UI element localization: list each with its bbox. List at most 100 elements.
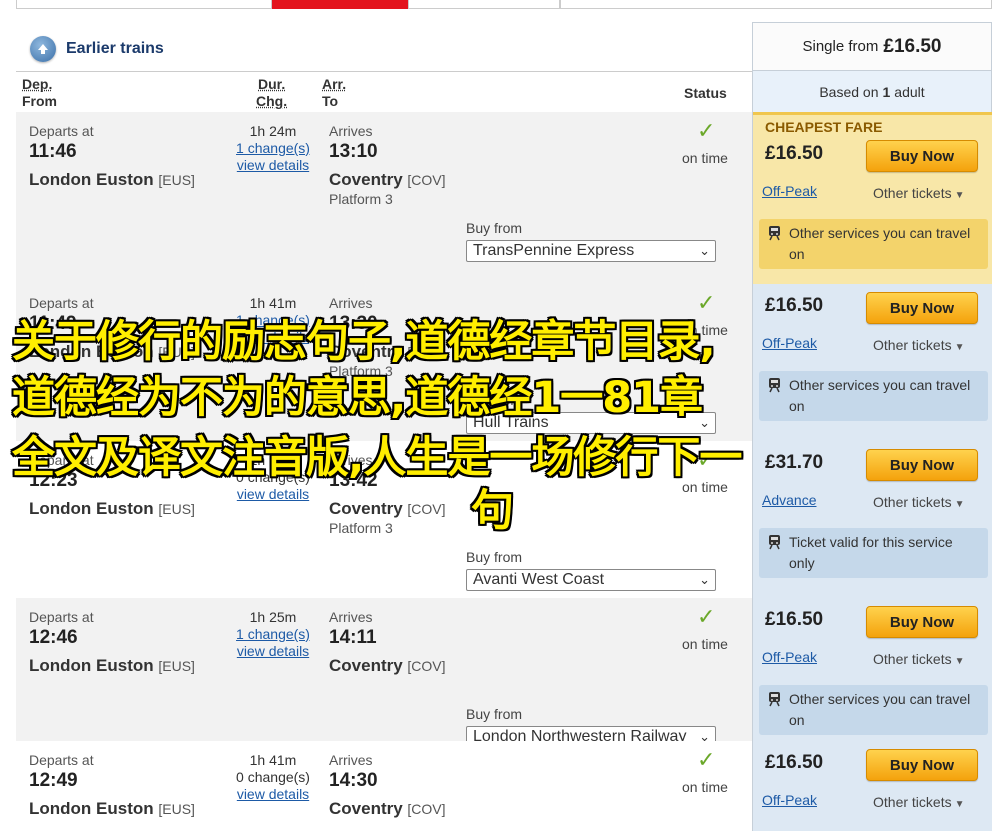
view-details-link[interactable]: view details: [228, 329, 318, 345]
fare-price: £31.70: [765, 452, 824, 473]
departs-at-label: Departs at: [29, 123, 94, 139]
departs-at-label: Departs at: [29, 295, 94, 311]
fare-info-box: Other services you can travel on: [759, 685, 988, 735]
fare-panel: £31.70 Buy Now Advance Other tickets ▼ Ticket…: [752, 441, 992, 598]
on-time-status: on time: [682, 322, 728, 338]
buy-now-button[interactable]: Buy Now: [866, 140, 978, 172]
buy-now-button[interactable]: Buy Now: [866, 292, 978, 324]
changes-link[interactable]: 1 change(s): [228, 140, 318, 156]
fare-type-link[interactable]: Off-Peak: [762, 183, 817, 199]
chevron-down-icon: ⌄: [699, 572, 710, 587]
duration: 1h 24m: [249, 123, 297, 139]
top-tab-4[interactable]: [560, 0, 992, 9]
origin-station: London Euston [EUS]: [29, 799, 195, 818]
arrives-label: Arrives: [329, 752, 373, 768]
top-tab-active[interactable]: [272, 0, 408, 9]
changes-link[interactable]: 1 change(s): [228, 626, 318, 642]
journey-row[interactable]: Departs at 12:23 London Euston [EUS] 1h 19m…: [16, 441, 992, 598]
journey-row[interactable]: Departs at 12:46 London Euston [EUS] 1h 25m…: [16, 598, 992, 748]
check-icon: ✓: [697, 604, 716, 629]
journey-row[interactable]: Departs at 12:49 London Euston [EUS] 1h 41m…: [16, 741, 992, 831]
train-icon: [767, 691, 782, 707]
check-icon: ✓: [697, 118, 716, 143]
col-dur[interactable]: Dur.: [258, 76, 285, 92]
fare-type-link[interactable]: Advance: [762, 492, 816, 508]
top-tab-3[interactable]: [408, 0, 560, 9]
changes-count: 0 change(s): [236, 769, 310, 785]
destination-station: Coventry [COV]: [329, 170, 446, 189]
single-from-price: Single from £16.50: [753, 23, 991, 71]
fare-info-box: Ticket valid for this service only: [759, 528, 988, 578]
chevron-down-icon: ▼: [954, 190, 965, 201]
earlier-trains-label: Earlier trains: [66, 40, 164, 57]
on-time-status: on time: [682, 150, 728, 166]
fare-type-link[interactable]: Off-Peak: [762, 335, 817, 351]
chevron-down-icon: ⌄: [699, 243, 710, 258]
view-details-link[interactable]: view details: [228, 643, 318, 659]
journey-row[interactable]: Departs at 11:46 London Euston [EUS] 1h 24m…: [16, 112, 992, 284]
cheapest-fare-label: CHEAPEST FARE: [765, 119, 883, 135]
platform: Platform 3: [329, 363, 393, 379]
journey-row[interactable]: Departs at 11:49 London Euston [EUS] 1h 41m…: [16, 284, 992, 441]
fare-panel: CHEAPEST FARE £16.50 Buy Now Off-Peak Other …: [752, 112, 992, 284]
changes-count: 0 change(s): [236, 469, 310, 485]
view-details-link[interactable]: view details: [228, 786, 318, 802]
check-icon: ✓: [697, 290, 716, 315]
fare-price: £16.50: [765, 752, 824, 773]
fare-panel: £16.50 Buy Now Off-Peak Other tickets ▼: [752, 741, 992, 831]
fare-summary-header: Single from £16.50 Based on 1 adult: [752, 22, 992, 112]
fare-type-link[interactable]: Off-Peak: [762, 649, 817, 665]
destination-station: Coventry [COV]: [329, 799, 446, 818]
earlier-trains-button[interactable]: Earlier trains: [16, 28, 752, 70]
chevron-down-icon: ▼: [954, 799, 965, 810]
chevron-down-icon: ▼: [954, 342, 965, 353]
duration: 1h 25m: [249, 609, 297, 625]
departure-time: 12:23: [29, 470, 78, 491]
col-arr[interactable]: Arr.: [322, 76, 346, 92]
buy-now-button[interactable]: Buy Now: [866, 606, 978, 638]
arrival-time: 14:30: [329, 770, 378, 791]
changes-link[interactable]: 1 change(s): [228, 312, 318, 328]
passenger-summary: Based on 1 adult: [753, 71, 991, 112]
other-tickets-dropdown[interactable]: Other tickets ▼: [873, 651, 965, 667]
chevron-down-icon: ▼: [954, 656, 965, 667]
other-tickets-dropdown[interactable]: Other tickets ▼: [873, 794, 965, 810]
top-tab-1[interactable]: [16, 0, 272, 9]
chevron-down-icon: ▼: [954, 499, 965, 510]
other-tickets-dropdown[interactable]: Other tickets ▼: [873, 494, 965, 510]
departs-at-label: Departs at: [29, 609, 94, 625]
view-details-link[interactable]: view details: [228, 157, 318, 173]
fare-panel: £16.50 Buy Now Off-Peak Other tickets ▼ Other…: [752, 284, 992, 441]
operator-select[interactable]: Avanti West Coast ⌄: [466, 569, 716, 591]
duration: 1h 41m: [249, 752, 297, 768]
destination-station: Coventry [COV]: [329, 499, 446, 518]
column-headers: Dep. From Dur. Chg. Arr. To Status: [16, 71, 752, 112]
chevron-down-icon: ⌄: [699, 415, 710, 430]
origin-station: London Euston [EUS]: [29, 499, 195, 518]
arrival-time: 13:30: [329, 313, 378, 334]
col-dep[interactable]: Dep.: [22, 76, 52, 92]
arrival-time: 13:42: [329, 470, 378, 491]
arrives-label: Arrives: [329, 452, 373, 468]
operator-select[interactable]: Hull Trains ⌄: [466, 412, 716, 434]
on-time-status: on time: [682, 779, 728, 795]
departure-time: 11:46: [29, 141, 77, 162]
buy-now-button[interactable]: Buy Now: [866, 749, 978, 781]
duration: 1h 41m: [249, 295, 297, 311]
destination-station: Coventry [COV]: [329, 656, 446, 675]
other-tickets-dropdown[interactable]: Other tickets ▼: [873, 337, 965, 353]
departure-time: 12:49: [29, 770, 78, 791]
origin-station: London Euston [EUS]: [29, 170, 195, 189]
on-time-status: on time: [682, 636, 728, 652]
other-tickets-dropdown[interactable]: Other tickets ▼: [873, 185, 965, 201]
view-details-link[interactable]: view details: [228, 486, 318, 502]
buy-from-label: Buy from: [466, 549, 523, 565]
col-chg[interactable]: Chg.: [256, 93, 287, 109]
journey-details: Departs at 11:46 London Euston [EUS] 1h 24m…: [16, 112, 752, 284]
arrival-time: 13:10: [329, 141, 378, 162]
origin-station: London Euston [EUS]: [29, 342, 195, 361]
check-icon: ✓: [697, 447, 716, 472]
fare-type-link[interactable]: Off-Peak: [762, 792, 817, 808]
buy-now-button[interactable]: Buy Now: [866, 449, 978, 481]
operator-select[interactable]: TransPennine Express ⌄: [466, 240, 716, 262]
